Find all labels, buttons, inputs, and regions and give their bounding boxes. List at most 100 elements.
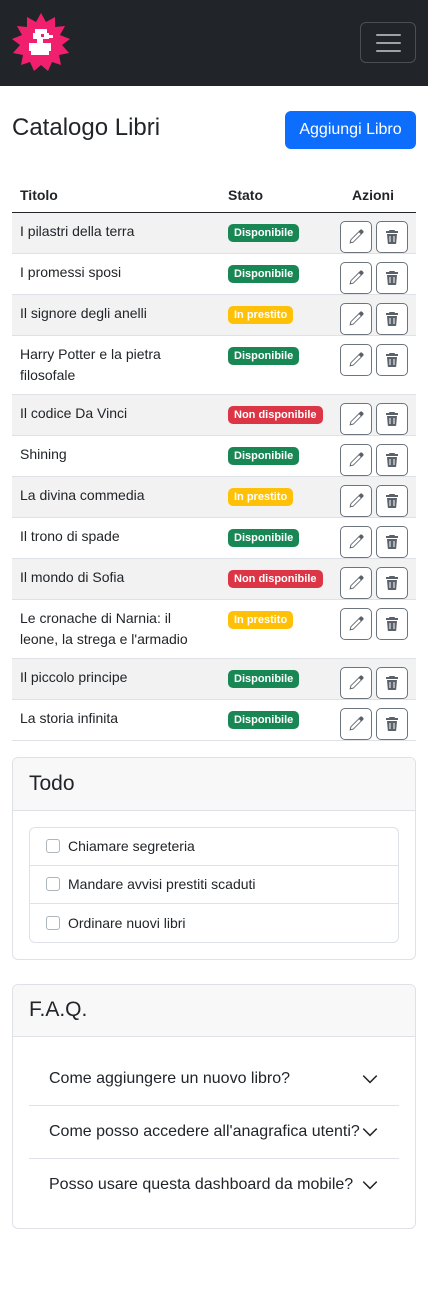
books-table: Titolo Stato Azioni I pilastri della ter… bbox=[12, 178, 416, 741]
actions-cell bbox=[330, 294, 416, 336]
edit-button[interactable] bbox=[340, 607, 372, 640]
status-badge: Disponibile bbox=[228, 346, 300, 365]
delete-button[interactable] bbox=[376, 566, 408, 599]
book-title: Il trono di spade bbox=[12, 517, 220, 559]
todo-item: Ordinare nuovi libri bbox=[30, 904, 398, 942]
status-cell: In prestito bbox=[220, 294, 330, 336]
status-cell: Disponibile bbox=[220, 212, 330, 254]
book-title: Il signore degli anelli bbox=[12, 294, 220, 336]
trash-icon bbox=[386, 493, 398, 508]
edit-button[interactable] bbox=[340, 343, 372, 376]
table-row: Harry Potter e la pietra filosofale Disp… bbox=[12, 335, 416, 395]
trash-icon bbox=[386, 675, 398, 690]
edit-button[interactable] bbox=[340, 525, 372, 558]
status-cell: Disponibile bbox=[220, 699, 330, 741]
faq-item[interactable]: Posso usare questa dashboard da mobile? bbox=[29, 1159, 399, 1212]
edit-button[interactable] bbox=[340, 484, 372, 517]
trash-icon bbox=[386, 352, 398, 367]
status-cell: In prestito bbox=[220, 476, 330, 518]
status-cell: Disponibile bbox=[220, 435, 330, 477]
status-cell: Disponibile bbox=[220, 517, 330, 559]
delete-button[interactable] bbox=[376, 220, 408, 253]
books-table-body: I pilastri della terra Disponibile I pro… bbox=[12, 212, 416, 741]
trash-icon bbox=[386, 311, 398, 326]
todo-checkbox[interactable] bbox=[46, 877, 60, 891]
actions-cell bbox=[330, 658, 416, 700]
page-title: Catalogo Libri bbox=[12, 114, 161, 141]
delete-button[interactable] bbox=[376, 343, 408, 376]
row-actions bbox=[330, 261, 408, 294]
edit-button[interactable] bbox=[340, 220, 372, 253]
edit-button[interactable] bbox=[340, 402, 372, 435]
faq-title: F.A.Q. bbox=[13, 984, 415, 1037]
trash-icon bbox=[386, 534, 398, 549]
status-badge: Disponibile bbox=[228, 446, 300, 465]
pencil-icon bbox=[349, 351, 364, 366]
chevron-down-icon bbox=[362, 1181, 378, 1190]
faq-accordion: Come aggiungere un nuovo libro? Come pos… bbox=[13, 1037, 415, 1228]
edit-button[interactable] bbox=[340, 566, 372, 599]
actions-cell bbox=[330, 517, 416, 559]
delete-button[interactable] bbox=[376, 607, 408, 640]
row-actions bbox=[330, 607, 408, 640]
trash-icon bbox=[386, 575, 398, 590]
todo-checkbox[interactable] bbox=[46, 839, 60, 853]
add-book-button[interactable]: Aggiungi Libro bbox=[285, 111, 416, 149]
delete-button[interactable] bbox=[376, 302, 408, 335]
book-title: La storia infinita bbox=[12, 699, 220, 741]
delete-button[interactable] bbox=[376, 707, 408, 740]
column-header-title: Titolo bbox=[12, 178, 220, 213]
table-row: Il signore degli anelli In prestito bbox=[12, 294, 416, 336]
todo-label: Mandare avvisi prestiti scaduti bbox=[68, 876, 256, 892]
hamburger-icon bbox=[376, 34, 401, 36]
status-badge: Disponibile bbox=[228, 223, 300, 242]
pencil-icon bbox=[349, 492, 364, 507]
status-badge: Disponibile bbox=[228, 264, 300, 283]
delete-button[interactable] bbox=[376, 402, 408, 435]
todo-label: Chiamare segreteria bbox=[68, 838, 195, 854]
actions-cell bbox=[330, 558, 416, 600]
edit-button[interactable] bbox=[340, 443, 372, 476]
pencil-icon bbox=[349, 228, 364, 243]
edit-button[interactable] bbox=[340, 707, 372, 740]
table-row: Il trono di spade Disponibile bbox=[12, 517, 416, 559]
row-actions bbox=[330, 343, 408, 376]
todo-card-body: Chiamare segreteria Mandare avvisi prest… bbox=[13, 811, 415, 959]
delete-button[interactable] bbox=[376, 261, 408, 294]
delete-button[interactable] bbox=[376, 484, 408, 517]
faq-item[interactable]: Come posso accedere all'anagrafica utent… bbox=[29, 1106, 399, 1159]
trash-icon bbox=[386, 229, 398, 244]
main-content: Catalogo Libri Aggiungi Libro Titolo Sta… bbox=[0, 86, 428, 1229]
delete-button[interactable] bbox=[376, 443, 408, 476]
status-badge: Disponibile bbox=[228, 669, 300, 688]
status-badge: In prestito bbox=[228, 610, 294, 629]
table-row: Shining Disponibile bbox=[12, 435, 416, 477]
todo-label: Ordinare nuovi libri bbox=[68, 914, 186, 931]
book-title: Il piccolo principe bbox=[12, 658, 220, 700]
pencil-icon bbox=[349, 674, 364, 689]
delete-button[interactable] bbox=[376, 666, 408, 699]
duck-logo[interactable] bbox=[11, 13, 71, 73]
pencil-icon bbox=[349, 451, 364, 466]
table-row: I promessi sposi Disponibile bbox=[12, 253, 416, 295]
table-row: Il codice Da Vinci Non disponibile bbox=[12, 394, 416, 436]
trash-icon bbox=[386, 452, 398, 467]
edit-button[interactable] bbox=[340, 302, 372, 335]
pencil-icon bbox=[349, 269, 364, 284]
status-cell: Non disponibile bbox=[220, 558, 330, 600]
edit-button[interactable] bbox=[340, 261, 372, 294]
row-actions bbox=[330, 220, 408, 253]
todo-checkbox[interactable] bbox=[46, 915, 60, 930]
trash-icon bbox=[386, 616, 398, 631]
book-title: La divina commedia bbox=[12, 476, 220, 518]
menu-toggle-button[interactable] bbox=[360, 22, 416, 63]
pencil-icon bbox=[349, 615, 364, 630]
actions-cell bbox=[330, 253, 416, 295]
edit-button[interactable] bbox=[340, 666, 372, 699]
row-actions bbox=[330, 666, 408, 699]
book-title: Le cronache di Narnia: il leone, la stre… bbox=[12, 599, 220, 659]
faq-item[interactable]: Come aggiungere un nuovo libro? bbox=[29, 1053, 399, 1106]
delete-button[interactable] bbox=[376, 525, 408, 558]
status-badge: Disponibile bbox=[228, 710, 300, 729]
pencil-icon bbox=[349, 715, 364, 730]
